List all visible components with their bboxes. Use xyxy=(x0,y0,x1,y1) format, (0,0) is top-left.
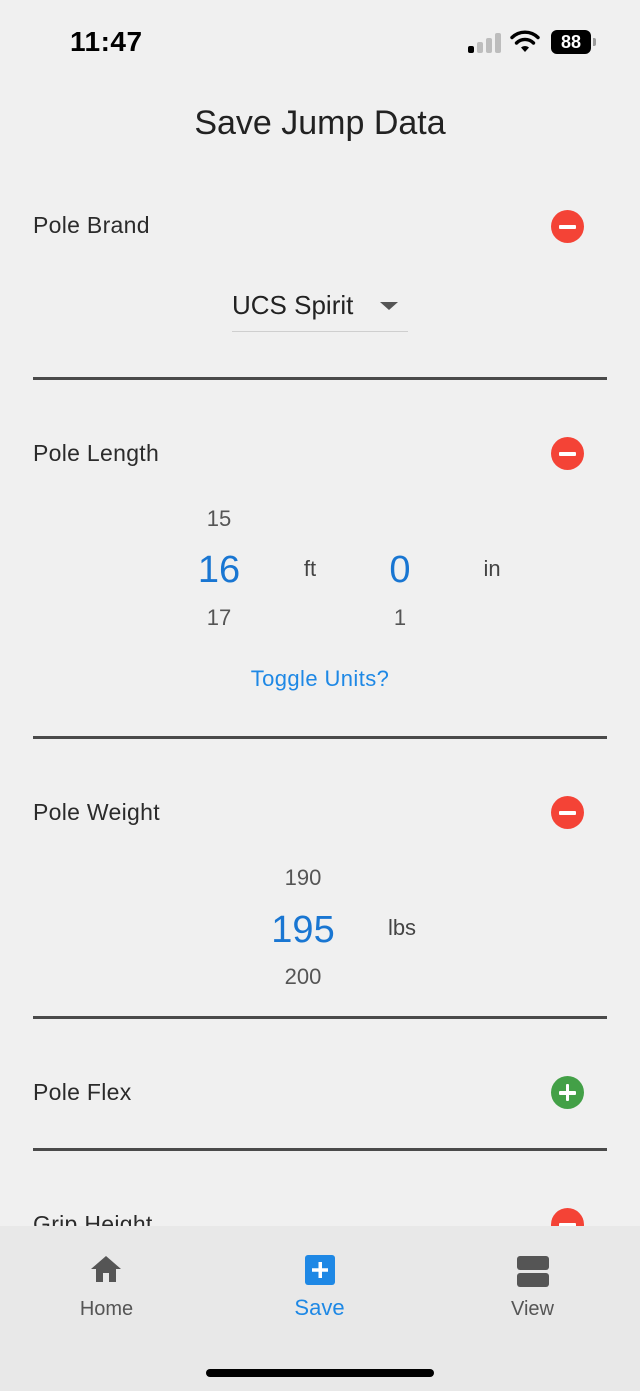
feet-selected-value[interactable]: 16 xyxy=(179,549,259,592)
weight-prev-value[interactable]: 190 xyxy=(253,865,353,891)
remove-circle-icon xyxy=(559,811,576,815)
inches-next-value[interactable]: 1 xyxy=(360,605,440,631)
bottom-navigation-bar: Home Save View xyxy=(0,1226,640,1391)
add-pole-flex-button[interactable] xyxy=(551,1076,584,1109)
dropdown-arrow-icon xyxy=(380,302,398,310)
pole-weight-label: Pole Weight xyxy=(33,799,160,825)
pole-length-label: Pole Length xyxy=(33,440,160,466)
pole-brand-dropdown[interactable]: UCS Spirit xyxy=(232,282,408,332)
nav-item-view[interactable]: View xyxy=(426,1226,639,1336)
remove-pole-length-button[interactable] xyxy=(551,437,584,470)
remove-circle-icon xyxy=(559,225,576,229)
remove-pole-weight-button[interactable] xyxy=(551,796,584,829)
inches-selected-value[interactable]: 0 xyxy=(360,549,440,592)
weight-selected-value[interactable]: 195 xyxy=(253,909,353,952)
nav-label-home: Home xyxy=(79,1298,134,1320)
pole-flex-label: Pole Flex xyxy=(33,1079,132,1105)
cellular-signal-icon xyxy=(468,33,502,53)
feet-prev-value[interactable]: 15 xyxy=(179,506,259,532)
feet-unit-label: ft xyxy=(303,556,317,581)
section-divider xyxy=(33,736,607,739)
feet-next-value[interactable]: 17 xyxy=(179,605,259,631)
grip-height-label: Grip Height xyxy=(33,1211,153,1226)
page-title: Save Jump Data xyxy=(194,104,446,142)
section-divider xyxy=(33,377,607,380)
nav-label-save: Save xyxy=(294,1295,345,1320)
remove-grip-height-button[interactable] xyxy=(551,1208,584,1226)
view-agenda-icon xyxy=(517,1256,549,1288)
pole-brand-selected: UCS Spirit xyxy=(232,290,354,320)
add-box-icon xyxy=(305,1255,335,1285)
battery-level: 88 xyxy=(551,30,591,54)
battery-icon: 88 xyxy=(551,30,597,54)
wifi-icon xyxy=(510,30,540,54)
status-bar: 11:47 88 xyxy=(0,0,640,90)
weight-unit-label: lbs xyxy=(387,915,417,940)
scroll-content-clip: Grip Height xyxy=(0,1180,640,1226)
nav-item-home[interactable]: Home xyxy=(0,1226,213,1336)
section-divider xyxy=(33,1016,607,1019)
remove-pole-brand-button[interactable] xyxy=(551,210,584,243)
pole-brand-label: Pole Brand xyxy=(33,212,150,238)
nav-label-view: View xyxy=(511,1298,554,1320)
home-icon xyxy=(90,1254,122,1284)
home-indicator[interactable] xyxy=(206,1369,434,1377)
section-divider xyxy=(33,1148,607,1151)
remove-circle-icon xyxy=(559,452,576,456)
inches-unit-label: in xyxy=(483,556,501,581)
status-time: 11:47 xyxy=(70,26,143,57)
weight-next-value[interactable]: 200 xyxy=(253,964,353,990)
toggle-units-button[interactable]: Toggle Units? xyxy=(0,666,640,692)
nav-item-save[interactable]: Save xyxy=(213,1226,426,1336)
